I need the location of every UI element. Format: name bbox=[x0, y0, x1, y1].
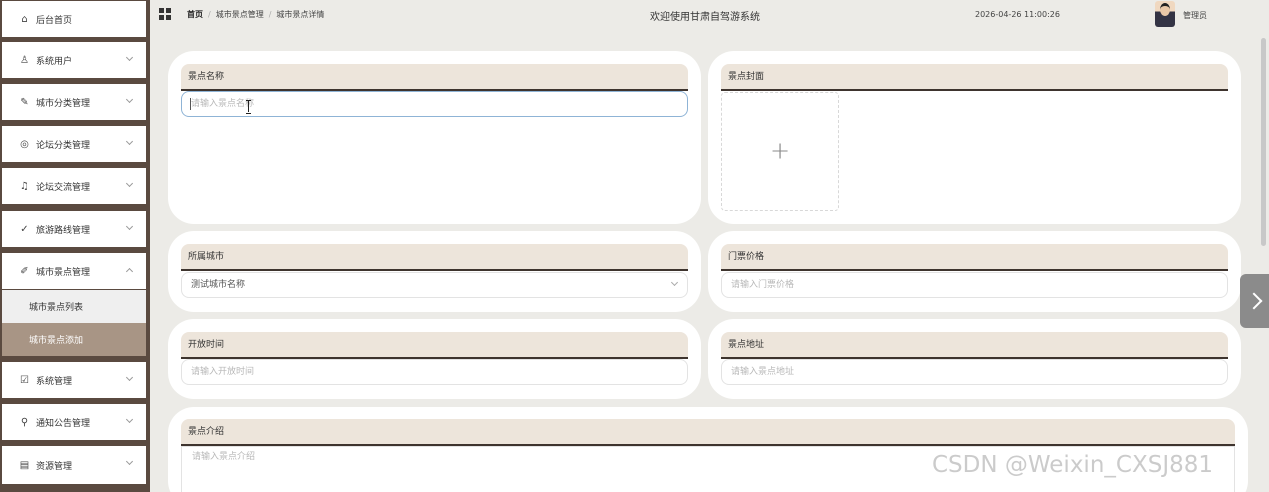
scrollbar[interactable] bbox=[1261, 38, 1266, 246]
chevron-up-icon bbox=[125, 267, 134, 276]
sidebar-item-label: 通知公告管理 bbox=[36, 418, 91, 429]
topbar: 首页 / 城市景点管理 / 城市景点详情 欢迎使用甘肃自驾游系统 2026-04-26 … bbox=[150, 0, 1269, 30]
chevron-down-icon bbox=[125, 179, 134, 188]
check-box-icon: ☑ bbox=[20, 374, 29, 386]
document-icon: ▤ bbox=[19, 459, 30, 471]
cover-label: 景点封面 bbox=[721, 64, 1228, 91]
sidebar-subitem-label: 城市景点添加 bbox=[29, 336, 84, 346]
sidebar-item-label: 资源管理 bbox=[36, 461, 73, 472]
chevron-right-icon[interactable] bbox=[1240, 274, 1269, 328]
breadcrumb-home[interactable]: 首页 bbox=[187, 10, 203, 19]
pen-icon: ✐ bbox=[20, 265, 29, 277]
address-placeholder: 请输入景点地址 bbox=[731, 367, 795, 377]
sidebar-item-forum[interactable]: ♫ 论坛交流管理 bbox=[2, 168, 146, 204]
cover-upload[interactable]: + bbox=[721, 92, 839, 211]
edit-icon: ✎ bbox=[20, 96, 29, 108]
chevron-down-icon bbox=[125, 137, 134, 146]
price-label: 门票价格 bbox=[721, 244, 1228, 271]
intro-label: 景点介绍 bbox=[181, 419, 1235, 446]
sidebar-item-label: 论坛交流管理 bbox=[36, 182, 91, 193]
chevron-down-icon bbox=[125, 373, 134, 382]
open-time-input[interactable]: 请输入开放时间 bbox=[181, 359, 688, 385]
sidebar-item-scenic[interactable]: ✐ 城市景点管理 bbox=[2, 253, 146, 289]
breadcrumb-current: 城市景点详情 bbox=[276, 10, 325, 19]
sidebar-subitem-scenic-add[interactable]: 城市景点添加 bbox=[2, 323, 146, 356]
open-time-label: 开放时间 bbox=[181, 332, 688, 359]
chevron-down-icon bbox=[125, 53, 134, 62]
address-label: 景点地址 bbox=[721, 332, 1228, 359]
sidebar-item-label: 系统用户 bbox=[36, 56, 73, 67]
menu-grid-icon[interactable] bbox=[159, 8, 171, 20]
avatar[interactable] bbox=[1155, 1, 1175, 27]
paperclip-icon: ⚲ bbox=[20, 416, 29, 428]
home-icon: ⌂ bbox=[21, 13, 28, 25]
sidebar-item-label: 论坛分类管理 bbox=[36, 140, 91, 151]
intro-placeholder: 请输入景点介绍 bbox=[192, 452, 256, 462]
sidebar-item-resources[interactable]: ▤ 资源管理 bbox=[2, 446, 146, 484]
chevron-down-icon bbox=[670, 278, 679, 287]
sidebar-subitem-scenic-list[interactable]: 城市景点列表 bbox=[2, 290, 146, 323]
sidebar-item-label: 城市景点管理 bbox=[36, 267, 91, 278]
sidebar-item-label: 后台首页 bbox=[36, 15, 73, 26]
address-input[interactable]: 请输入景点地址 bbox=[721, 359, 1228, 385]
watermark: CSDN @Weixin_CXSJ881 bbox=[932, 452, 1213, 478]
name-label: 景点名称 bbox=[181, 64, 688, 91]
welcome-text: 欢迎使用甘肃自驾游系统 bbox=[650, 12, 760, 23]
sidebar-item-label: 系统管理 bbox=[36, 376, 73, 387]
price-placeholder: 请输入门票价格 bbox=[731, 280, 795, 290]
city-select-value: 测试城市名称 bbox=[191, 280, 246, 290]
bell-icon: ♫ bbox=[20, 180, 29, 192]
chevron-down-icon bbox=[125, 95, 134, 104]
scenic-name-input[interactable]: 请输入景点名称 bbox=[181, 91, 688, 117]
sidebar-item-home[interactable]: ⌂ 后台首页 bbox=[2, 1, 146, 37]
chevron-down-icon bbox=[125, 222, 134, 231]
plus-icon: + bbox=[769, 136, 791, 165]
breadcrumb: 首页 / 城市景点管理 / 城市景点详情 bbox=[187, 10, 325, 19]
datetime: 2026-04-26 11:00:26 bbox=[975, 10, 1060, 19]
sidebar-item-label: 城市分类管理 bbox=[36, 98, 91, 109]
sidebar-item-routes[interactable]: ✓ 旅游路线管理 bbox=[2, 211, 146, 247]
route-icon: ✓ bbox=[20, 223, 29, 235]
open-time-placeholder: 请输入开放时间 bbox=[191, 367, 255, 377]
sidebar-item-forum-category[interactable]: ◎ 论坛分类管理 bbox=[2, 126, 146, 162]
sidebar-item-city-category[interactable]: ✎ 城市分类管理 bbox=[2, 84, 146, 120]
sidebar-item-users[interactable]: ♙ 系统用户 bbox=[2, 42, 146, 78]
sidebar-item-notices[interactable]: ⚲ 通知公告管理 bbox=[2, 404, 146, 440]
circle-icon: ◎ bbox=[20, 138, 29, 150]
city-select[interactable]: 测试城市名称 bbox=[181, 272, 688, 298]
sidebar: ⌂ 后台首页 ♙ 系统用户 ✎ 城市分类管理 ◎ 论坛分类管理 ♫ 论坛交流管理… bbox=[0, 0, 150, 492]
chevron-down-icon bbox=[125, 457, 134, 466]
sidebar-item-system[interactable]: ☑ 系统管理 bbox=[2, 362, 146, 398]
scenic-name-placeholder: 请输入景点名称 bbox=[191, 99, 255, 109]
price-input[interactable]: 请输入门票价格 bbox=[721, 272, 1228, 298]
text-cursor-icon bbox=[246, 100, 252, 114]
user-icon: ♙ bbox=[20, 54, 29, 66]
user-name[interactable]: 管理员 bbox=[1183, 10, 1207, 21]
sidebar-item-label: 旅游路线管理 bbox=[36, 225, 91, 236]
city-label: 所属城市 bbox=[181, 244, 688, 271]
chevron-down-icon bbox=[125, 415, 134, 424]
sidebar-subitem-label: 城市景点列表 bbox=[29, 303, 84, 313]
breadcrumb-item[interactable]: 城市景点管理 bbox=[216, 10, 264, 19]
